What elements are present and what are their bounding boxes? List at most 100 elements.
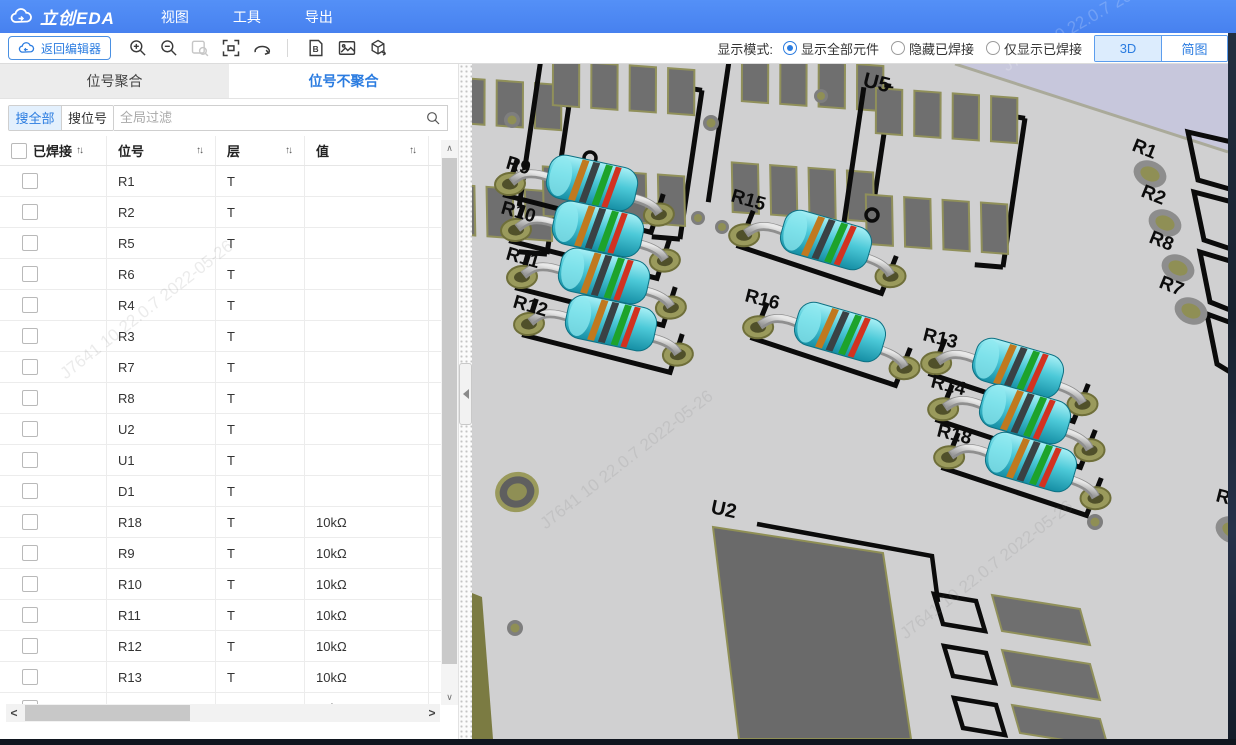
table-row[interactable]: R8T — [0, 383, 458, 414]
table-row[interactable]: R12T10kΩ — [0, 631, 458, 662]
app-title: 立创EDA — [40, 4, 115, 29]
scroll-up-arrow[interactable]: ∧ — [441, 140, 458, 156]
row-checkbox[interactable] — [22, 576, 38, 592]
rotate-view-icon[interactable] — [249, 35, 275, 61]
table-row[interactable]: R9T10kΩ — [0, 538, 458, 569]
soldered-cell — [0, 383, 107, 413]
row-checkbox[interactable] — [22, 483, 38, 499]
layer-cell: T — [216, 166, 305, 196]
select-all-checkbox[interactable] — [11, 143, 27, 159]
zoom-area-icon[interactable] — [187, 35, 213, 61]
row-checkbox[interactable] — [22, 421, 38, 437]
back-to-editor-button[interactable]: 返回编辑器 — [8, 36, 111, 60]
designator-cell: R10 — [107, 569, 216, 599]
app-logo[interactable]: 立创EDA — [0, 4, 129, 29]
export-bom-icon[interactable]: B — [303, 35, 329, 61]
global-filter-input[interactable] — [114, 110, 425, 125]
row-checkbox[interactable] — [22, 359, 38, 375]
row-checkbox[interactable] — [22, 607, 38, 623]
table-row[interactable]: R7T — [0, 352, 458, 383]
radio-dot-icon — [783, 41, 797, 55]
table-row[interactable]: D1T — [0, 476, 458, 507]
vertical-scrollbar[interactable]: ∧ ∨ — [441, 140, 458, 705]
view-schematic-button[interactable]: 简图 — [1161, 36, 1227, 61]
row-checkbox[interactable] — [22, 669, 38, 685]
sort-icon[interactable]: ↑↓ — [409, 145, 428, 156]
column-soldered[interactable]: 已焊接 ↑↓ — [0, 136, 107, 165]
table-row[interactable]: R11T10kΩ — [0, 600, 458, 631]
layer-cell: T — [216, 259, 305, 289]
radio-only-soldered[interactable]: 仅显示已焊接 — [986, 39, 1082, 58]
designator-cell: U1 — [107, 445, 216, 475]
tab-designator-ungrouped[interactable]: 位号不聚合 — [229, 64, 458, 98]
column-layer-label: 层 — [227, 141, 240, 160]
layer-cell: T — [216, 352, 305, 382]
cloud-logo-icon — [10, 8, 34, 26]
search-all-button[interactable]: 搜全部 — [9, 106, 61, 130]
zoom-fit-icon[interactable] — [218, 35, 244, 61]
cloud-back-icon — [18, 42, 36, 55]
scroll-left-arrow[interactable]: < — [6, 706, 22, 720]
row-checkbox[interactable] — [22, 266, 38, 282]
table-row[interactable]: U1T — [0, 445, 458, 476]
radio-hide-soldered[interactable]: 隐藏已焊接 — [891, 39, 974, 58]
table-row[interactable]: R10T10kΩ — [0, 569, 458, 600]
search-designator-button[interactable]: 搜位号 — [61, 106, 113, 130]
row-checkbox[interactable] — [22, 173, 38, 189]
sort-icon[interactable]: ↑↓ — [285, 145, 304, 156]
column-designator[interactable]: 位号 ↑↓ — [107, 136, 216, 165]
table-row[interactable]: R5T — [0, 228, 458, 259]
sort-icon[interactable]: ↑↓ — [76, 145, 82, 156]
scroll-down-arrow[interactable]: ∨ — [441, 689, 458, 705]
table-row[interactable]: U2T — [0, 414, 458, 445]
value-cell — [305, 290, 429, 320]
menu-export[interactable]: 导出 — [293, 7, 345, 27]
table-row[interactable]: R6T — [0, 259, 458, 290]
table-row[interactable]: R2T — [0, 197, 458, 228]
table-row[interactable]: R3T — [0, 321, 458, 352]
menu-view[interactable]: 视图 — [149, 7, 201, 27]
designator-cell: R12 — [107, 631, 216, 661]
desktop-edge-strip — [1228, 33, 1236, 745]
export-image-icon[interactable] — [334, 35, 360, 61]
layer-cell: T — [216, 600, 305, 630]
table-row[interactable]: R4T — [0, 290, 458, 321]
layer-cell: T — [216, 507, 305, 537]
row-checkbox[interactable] — [22, 204, 38, 220]
row-checkbox[interactable] — [22, 390, 38, 406]
column-layer[interactable]: 层 ↑↓ — [216, 136, 305, 165]
pcb-3d-scene: U5R9R10R11R12R15R16R13R14R18U2R1R2R8R7R — [472, 64, 1228, 739]
horizontal-scrollbar[interactable]: < > — [6, 704, 440, 722]
pcb-3d-viewport[interactable]: U5R9R10R11R12R15R16R13R14R18U2R1R2R8R7R — [472, 64, 1228, 739]
row-checkbox[interactable] — [22, 545, 38, 561]
scroll-right-arrow[interactable]: > — [424, 706, 440, 720]
panel-collapse-handle[interactable] — [459, 363, 472, 425]
view-3d-button[interactable]: 3D — [1095, 36, 1161, 61]
row-checkbox[interactable] — [22, 452, 38, 468]
table-row[interactable]: R18T10kΩ — [0, 507, 458, 538]
tab-designator-grouped[interactable]: 位号聚合 — [0, 64, 229, 98]
row-checkbox[interactable] — [22, 297, 38, 313]
menu-tools[interactable]: 工具 — [221, 7, 273, 27]
vertical-scroll-thumb[interactable] — [442, 158, 457, 664]
sort-icon[interactable]: ↑↓ — [196, 145, 215, 156]
search-icon[interactable] — [425, 110, 441, 126]
column-value[interactable]: 值 ↑↓ — [305, 136, 429, 165]
zoom-out-icon[interactable] — [156, 35, 182, 61]
value-cell — [305, 166, 429, 196]
zoom-in-icon[interactable] — [125, 35, 151, 61]
row-checkbox[interactable] — [22, 514, 38, 530]
table-row[interactable]: R13T10kΩ — [0, 662, 458, 693]
row-checkbox[interactable] — [22, 235, 38, 251]
row-checkbox[interactable] — [22, 328, 38, 344]
table-row[interactable]: R1T — [0, 166, 458, 197]
horizontal-scroll-thumb[interactable] — [25, 705, 190, 721]
designator-cell: D1 — [107, 476, 216, 506]
table-row[interactable]: R14T10kΩ — [0, 693, 458, 704]
row-checkbox[interactable] — [22, 638, 38, 654]
designator-cell: R6 — [107, 259, 216, 289]
radio-show-all-components[interactable]: 显示全部元件 — [783, 39, 879, 58]
export-3d-icon[interactable] — [365, 35, 391, 61]
value-cell: 10kΩ — [305, 569, 429, 599]
layer-cell: T — [216, 197, 305, 227]
